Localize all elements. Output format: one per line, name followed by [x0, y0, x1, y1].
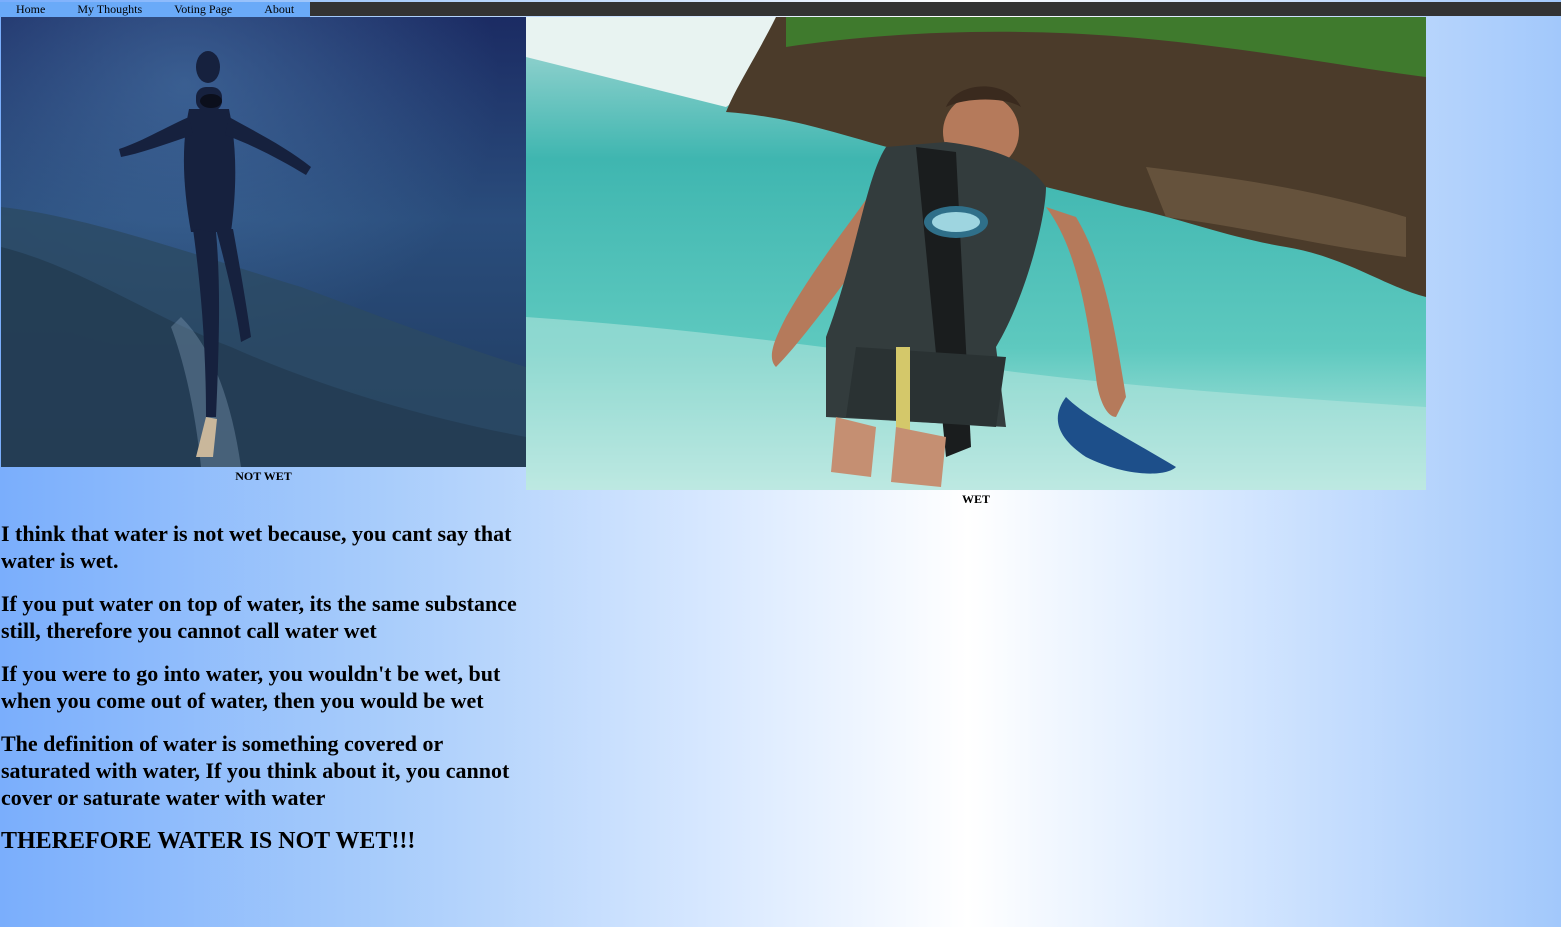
conclusion-heading: THEREFORE WATER IS NOT WET!!! [1, 828, 416, 854]
not-wet-caption: NOT WET [235, 469, 292, 483]
not-wet-figure: NOT WET [1, 17, 526, 483]
nav-my-thoughts-link[interactable]: My Thoughts [61, 2, 158, 17]
nav-home-link[interactable]: Home [0, 2, 61, 17]
thoughts-content: I think that water is not wet because, y… [1, 520, 521, 855]
wet-figure: WET [526, 17, 1426, 506]
thought-paragraph-4: The definition of water is something cov… [1, 731, 510, 810]
thought-paragraph-2: If you put water on top of water, its th… [1, 591, 517, 643]
wet-caption: WET [961, 492, 990, 506]
nav-voting-page-link[interactable]: Voting Page [158, 2, 248, 17]
nav-about-link[interactable]: About [248, 2, 310, 17]
scuba-diver-image [526, 17, 1426, 490]
freediver-image [1, 17, 526, 467]
main-nav: Home My Thoughts Voting Page About [0, 2, 311, 17]
thought-paragraph-1: I think that water is not wet because, y… [1, 521, 512, 573]
thought-paragraph-3: If you were to go into water, you wouldn… [1, 661, 501, 713]
